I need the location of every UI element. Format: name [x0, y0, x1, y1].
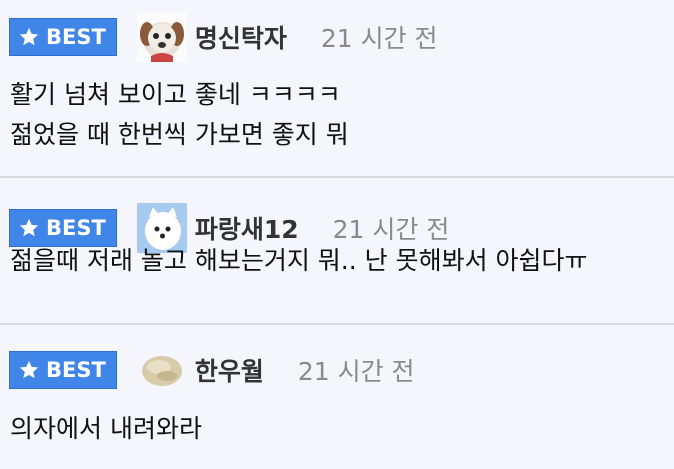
comment-list: BEST 명신탁자 21 시간 전 활기 넘쳐 보이고 좋네 ㅋㅋㅋㅋ 젊었을 … — [0, 0, 674, 469]
best-badge-label: BEST — [46, 216, 106, 240]
comment-item: BEST 파랑새12 21 시간 전 젊을때 저래 놀고 해보는거지 뭐.. 난… — [0, 178, 674, 325]
best-badge: BEST — [9, 18, 117, 56]
star-icon — [19, 218, 39, 237]
star-icon — [19, 360, 39, 379]
timestamp: 21 시간 전 — [320, 24, 438, 53]
comment-body: 의자에서 내려와라 — [10, 409, 202, 449]
nickname[interactable]: 명신탁자 — [195, 19, 287, 55]
comment-header: BEST 한우월 21 시간 전 — [9, 345, 415, 395]
comment-text-line: 의자에서 내려와라 — [10, 414, 202, 443]
timestamp: 21 시간 전 — [297, 357, 415, 386]
comment-text-line: 젊었을 때 한번씩 가보면 좋지 뭐 — [10, 120, 349, 149]
best-badge-label: BEST — [46, 358, 106, 382]
comment-header: BEST 명신탁자 21 시간 전 — [9, 12, 438, 62]
comment-text-line: 활기 넘쳐 보이고 좋네 ㅋㅋㅋㅋ — [10, 80, 341, 109]
comment-item: BEST 한우월 21 시간 전 의자에서 내려와라 — [0, 325, 674, 469]
best-badge: BEST — [9, 351, 117, 389]
avatar[interactable] — [137, 345, 187, 395]
best-badge-label: BEST — [46, 25, 106, 49]
comment-text-line: 젊을때 저래 놀고 해보는거지 뭐.. 난 못해봐서 아쉽다ㅠ — [10, 246, 588, 275]
comment-body: 활기 넘쳐 보이고 좋네 ㅋㅋㅋㅋ 젊었을 때 한번씩 가보면 좋지 뭐 — [10, 75, 349, 155]
comment-item: BEST 명신탁자 21 시간 전 활기 넘쳐 보이고 좋네 ㅋㅋㅋㅋ 젊었을 … — [0, 0, 674, 178]
avatar[interactable] — [136, 12, 187, 62]
comment-body: 젊을때 저래 놀고 해보는거지 뭐.. 난 못해봐서 아쉽다ㅠ — [10, 241, 588, 281]
nickname[interactable]: 한우월 — [195, 352, 264, 388]
star-icon — [19, 27, 39, 46]
